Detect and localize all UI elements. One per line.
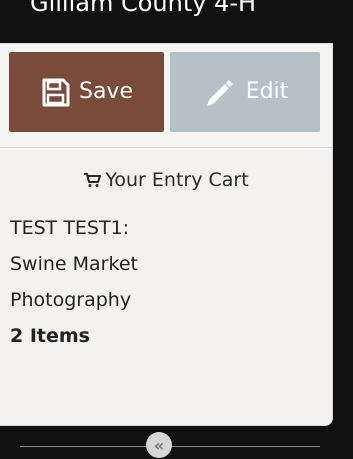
pencil-icon [202,75,236,109]
entry-cart-title: Your Entry Cart [0,168,332,194]
page: Gilliam County 4-H Save Edit Your Entry … [0,0,353,459]
entry-cart-panel: Save Edit Your Entry Cart TEST TEST1: Sw… [0,43,333,426]
entry-item: Swine Market [10,253,138,275]
double-chevron-left-icon[interactable]: « [146,432,172,458]
entry-count: 2 Items [10,325,90,347]
save-icon [40,77,71,108]
edit-button-label: Edit [245,79,289,104]
entry-header: TEST TEST1: [10,217,130,239]
entry-item: Photography [10,289,132,311]
entry-list: TEST TEST1: Swine Market Photography 2 I… [10,216,310,348]
save-button-label: Save [78,79,133,104]
shopping-cart-icon [83,172,102,188]
page-title: Gilliam County 4-H [30,0,257,17]
edit-button[interactable]: Edit [170,52,320,132]
action-button-bar: Save Edit [0,44,332,148]
save-button[interactable]: Save [9,52,164,132]
entry-cart-title-label: Your Entry Cart [105,169,249,191]
